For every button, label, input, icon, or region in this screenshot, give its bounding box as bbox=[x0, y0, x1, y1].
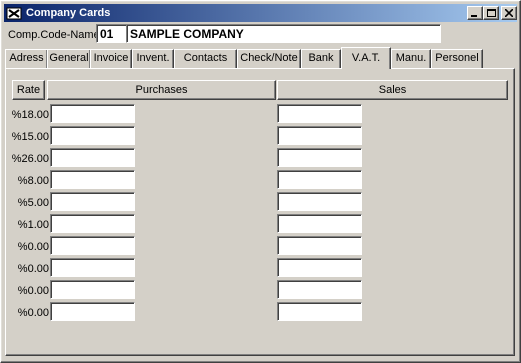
purchases-input[interactable] bbox=[50, 214, 135, 233]
title-bar[interactable]: Company Cards bbox=[4, 4, 517, 22]
sales-input[interactable] bbox=[277, 214, 362, 233]
window-title: Company Cards bbox=[26, 7, 111, 19]
vat-rate-label: %0.00 bbox=[17, 241, 49, 253]
sales-column-header: Sales bbox=[277, 80, 508, 100]
minimize-icon bbox=[471, 15, 477, 17]
tab-general[interactable]: General bbox=[47, 49, 91, 68]
sales-input[interactable] bbox=[277, 148, 362, 167]
tab-contacts[interactable]: Contacts bbox=[174, 49, 237, 68]
tab-strip: Adress General Invoice Invent. Contacts … bbox=[1, 47, 521, 69]
purchases-input[interactable] bbox=[50, 170, 135, 189]
tab-personel[interactable]: Personel bbox=[431, 49, 483, 68]
vat-rate-label: %5.00 bbox=[17, 197, 49, 209]
purchases-input[interactable] bbox=[50, 302, 135, 321]
vat-rate-label: %18.00 bbox=[11, 109, 49, 121]
vat-rate-label: %0.00 bbox=[17, 285, 49, 297]
sales-input[interactable] bbox=[277, 302, 362, 321]
sales-input[interactable] bbox=[277, 126, 362, 145]
minimize-button[interactable] bbox=[467, 6, 483, 20]
sales-input[interactable] bbox=[277, 192, 362, 211]
sales-input[interactable] bbox=[277, 236, 362, 255]
company-code-name-label: Comp.Code-Name bbox=[8, 29, 100, 41]
maximize-icon bbox=[487, 9, 496, 17]
company-code-field[interactable]: 01 bbox=[96, 24, 127, 43]
vat-rate-label: %8.00 bbox=[17, 175, 49, 187]
sales-input[interactable] bbox=[277, 104, 362, 123]
tab-bank[interactable]: Bank bbox=[301, 49, 341, 68]
vat-rate-label: %15.00 bbox=[11, 131, 49, 143]
company-name-field[interactable]: SAMPLE COMPANY bbox=[126, 24, 441, 43]
purchases-input[interactable] bbox=[50, 258, 135, 277]
vat-rate-label: %0.00 bbox=[17, 307, 49, 319]
tab-invent[interactable]: Invent. bbox=[132, 49, 174, 68]
purchases-input[interactable] bbox=[50, 148, 135, 167]
tab-adress[interactable]: Adress bbox=[5, 49, 48, 68]
tab-check-note[interactable]: Check/Note bbox=[237, 49, 301, 68]
tab-vat[interactable]: V.A.T. bbox=[341, 47, 391, 69]
tab-manu[interactable]: Manu. bbox=[391, 49, 431, 68]
purchases-input[interactable] bbox=[50, 280, 135, 299]
maximize-button[interactable] bbox=[483, 6, 499, 20]
purchases-input[interactable] bbox=[50, 104, 135, 123]
close-icon bbox=[505, 9, 513, 17]
rate-column-header: Rate bbox=[12, 80, 45, 100]
purchases-input[interactable] bbox=[50, 126, 135, 145]
company-cards-window: Company Cards Comp.Code-Name 01 SAMPLE C… bbox=[0, 0, 521, 363]
vat-rate-label: %0.00 bbox=[17, 263, 49, 275]
company-app-icon bbox=[6, 7, 22, 20]
sales-input[interactable] bbox=[277, 258, 362, 277]
purchases-input[interactable] bbox=[50, 236, 135, 255]
vat-rate-label: %26.00 bbox=[11, 153, 49, 165]
sales-input[interactable] bbox=[277, 280, 362, 299]
close-button[interactable] bbox=[501, 6, 517, 20]
vat-rate-label: %1.00 bbox=[17, 219, 49, 231]
purchases-column-header: Purchases bbox=[47, 80, 276, 100]
tab-invoice[interactable]: Invoice bbox=[90, 49, 132, 68]
sales-input[interactable] bbox=[277, 170, 362, 189]
purchases-input[interactable] bbox=[50, 192, 135, 211]
